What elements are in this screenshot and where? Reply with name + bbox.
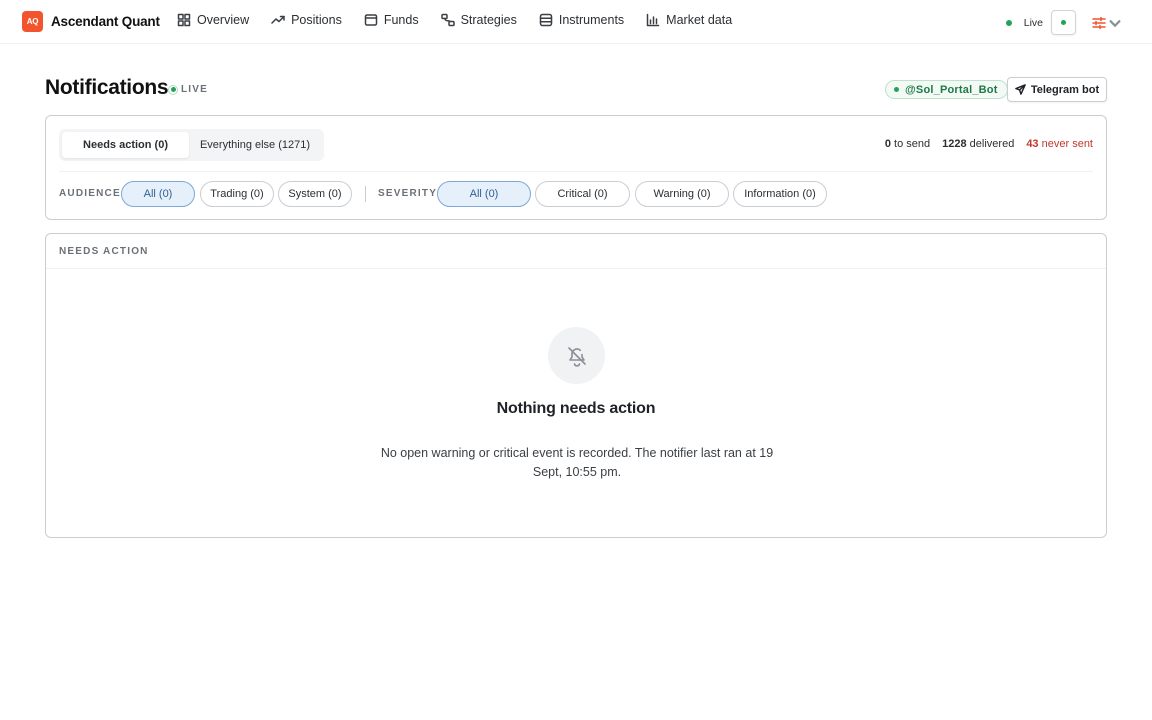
panel-heading: NEEDS ACTION xyxy=(59,246,149,257)
status-label: Live xyxy=(1023,16,1043,29)
view-tabs: Needs action (0) Everything else (1271) xyxy=(59,129,324,161)
to-send-count: 0 to send xyxy=(884,138,931,150)
connection-status: Live xyxy=(1005,10,1122,35)
bell-off-icon xyxy=(548,327,605,384)
toggle-dot-icon xyxy=(1061,20,1066,25)
chevron-down-icon xyxy=(1109,19,1121,27)
wallet-icon xyxy=(364,14,378,26)
main-nav: Overview Positions Funds Strategies Inst… xyxy=(177,13,754,27)
database-icon xyxy=(539,13,553,27)
never-sent-count: 43 never sent xyxy=(1026,138,1093,150)
strategy-icon xyxy=(440,13,455,27)
live-tag-label: LIVE xyxy=(181,84,209,95)
settings-menu-button[interactable] xyxy=(1092,16,1122,30)
telegram-bot-button[interactable]: Telegram bot xyxy=(1007,77,1107,102)
severity-chip-critical[interactable]: Critical (0) xyxy=(535,181,630,207)
audience-label: AUDIENCE xyxy=(59,188,121,199)
severity-chip-all[interactable]: All (0) xyxy=(437,181,531,207)
delivery-counts: 0 to send 1228 delivered 43 never sent xyxy=(873,138,1093,150)
nav-item-overview[interactable]: Overview xyxy=(177,13,249,27)
nav-item-positions[interactable]: Positions xyxy=(271,13,342,27)
live-toggle-button[interactable] xyxy=(1051,10,1076,35)
tab-needs-action[interactable]: Needs action (0) xyxy=(62,132,189,158)
divider xyxy=(59,171,1093,172)
brand[interactable]: AQ Ascendant Quant xyxy=(22,11,160,32)
bot-handle-badge: @Sol_Portal_Bot xyxy=(885,80,1008,99)
nav-item-label: Overview xyxy=(197,13,250,27)
live-dot-icon xyxy=(1005,19,1012,26)
telegram-bot-label: Telegram bot xyxy=(1030,83,1100,96)
audience-chip-system[interactable]: System (0) xyxy=(278,181,352,207)
app-logo: AQ xyxy=(22,11,43,32)
nav-item-label: Positions xyxy=(291,13,342,27)
nav-item-label: Market data xyxy=(666,13,733,27)
severity-chip-information[interactable]: Information (0) xyxy=(733,181,827,207)
chart-icon xyxy=(646,13,660,27)
live-dot-icon xyxy=(168,84,178,95)
grid-icon xyxy=(177,13,191,27)
severity-chip-warning[interactable]: Warning (0) xyxy=(635,181,729,207)
live-indicator: LIVE xyxy=(168,84,208,95)
nav-item-label: Funds xyxy=(383,13,419,27)
filter-divider xyxy=(365,186,366,202)
trend-up-icon xyxy=(271,15,285,24)
bot-handle: @Sol_Portal_Bot xyxy=(905,83,998,96)
filter-row: AUDIENCE All (0) Trading (0) System (0) … xyxy=(59,181,1099,207)
page-title: Notifications xyxy=(45,76,169,99)
nav-item-market-data[interactable]: Market data xyxy=(646,13,732,27)
nav-item-label: Instruments xyxy=(558,13,625,27)
nav-item-instruments[interactable]: Instruments xyxy=(539,13,624,27)
tab-everything-else[interactable]: Everything else (1271) xyxy=(189,132,321,158)
sliders-icon xyxy=(1092,16,1106,29)
audience-chip-trading[interactable]: Trading (0) xyxy=(200,181,274,207)
severity-label: SEVERITY xyxy=(378,188,438,199)
bot-status-dot-icon xyxy=(894,87,899,92)
empty-state-title: Nothing needs action xyxy=(496,400,656,417)
delivered-count: 1228 delivered xyxy=(942,138,1015,150)
app-name: Ascendant Quant xyxy=(51,14,160,29)
nav-item-label: Strategies xyxy=(460,13,517,27)
top-bar: AQ Ascendant Quant Overview Positions Fu… xyxy=(0,0,1152,44)
nav-item-strategies[interactable]: Strategies xyxy=(440,13,517,27)
panel-header: NEEDS ACTION xyxy=(46,234,1106,269)
nav-item-funds[interactable]: Funds xyxy=(364,13,419,27)
send-icon xyxy=(1015,84,1026,95)
needs-action-panel: NEEDS ACTION Nothing needs action No ope… xyxy=(45,233,1107,538)
filter-card: Needs action (0) Everything else (1271) … xyxy=(45,115,1107,220)
empty-state-description: No open warning or critical event is rec… xyxy=(380,446,774,479)
audience-chip-all[interactable]: All (0) xyxy=(121,181,195,207)
